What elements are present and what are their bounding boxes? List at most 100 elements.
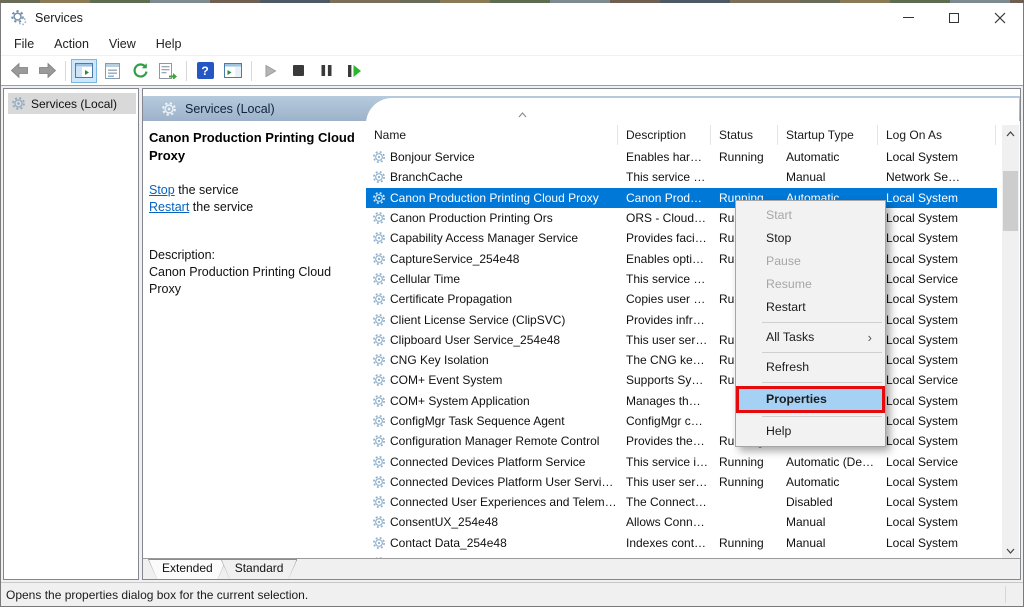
- context-menu-item-pause: Pause: [736, 250, 885, 273]
- service-name-cell: ConfigMgr Task Sequence Agent: [366, 414, 618, 428]
- service-status-cell: Running: [711, 455, 778, 469]
- refresh-icon: [132, 62, 149, 79]
- table-row[interactable]: ConsentUX_254e48Allows Conn…ManualLocal …: [366, 512, 997, 532]
- service-name-cell: Clipboard User Service_254e48: [366, 333, 618, 347]
- show-console-tree-button[interactable]: [71, 59, 97, 83]
- table-row[interactable]: Certificate PropagationCopies user …Runn…: [366, 289, 997, 309]
- table-row[interactable]: CNG Key IsolationThe CNG ke…RunningLocal…: [366, 350, 997, 370]
- service-description-cell: Enables har…: [618, 150, 711, 164]
- context-menu-item-all-tasks[interactable]: All Tasks›: [736, 326, 885, 349]
- service-logon-cell: Local System: [878, 211, 996, 225]
- table-row[interactable]: CaptureService_254e48Enables opti…Runnin…: [366, 248, 997, 268]
- services-gear-icon: [161, 101, 177, 117]
- service-name: Bonjour Service: [390, 150, 475, 164]
- statusbar: Opens the properties dialog box for the …: [1, 582, 1023, 606]
- menubar-item-help[interactable]: Help: [146, 34, 192, 54]
- service-description-cell: This service …: [618, 272, 711, 286]
- properties-button[interactable]: [99, 59, 125, 83]
- sort-ascending-icon: [518, 112, 527, 118]
- service-description-cell: The CNG ke…: [618, 353, 711, 367]
- tree-item-label: Services (Local): [31, 97, 117, 111]
- menubar-item-action[interactable]: Action: [44, 34, 99, 54]
- submenu-arrow-icon: ›: [868, 326, 872, 349]
- stop-service-link[interactable]: Stop: [149, 183, 175, 197]
- table-row[interactable]: Canon Production Printing Cloud ProxyCan…: [366, 188, 997, 208]
- service-name: Contact Data_254e48: [390, 536, 507, 550]
- service-name-cell: COM+ System Application: [366, 394, 618, 408]
- table-row[interactable]: Client License Service (ClipSVC)Provides…: [366, 309, 997, 329]
- service-name-cell: Certificate Propagation: [366, 292, 618, 306]
- service-logon-cell: Local System: [878, 475, 996, 489]
- menubar-item-view[interactable]: View: [99, 34, 146, 54]
- service-description-cell: Provides the…: [618, 434, 711, 448]
- service-name: ConsentUX_254e48: [390, 515, 498, 529]
- table-row[interactable]: Canon Production Printing OrsORS - Cloud…: [366, 208, 997, 228]
- service-name: Client License Service (ClipSVC): [390, 313, 565, 327]
- table-row[interactable]: Configuration Manager Remote ControlProv…: [366, 431, 997, 451]
- table-row[interactable]: COM+ Event SystemSupports Sy…RunningLoca…: [366, 370, 997, 390]
- column-header-name[interactable]: Name: [366, 125, 618, 145]
- column-header-log-on-as[interactable]: Log On As: [878, 125, 996, 145]
- service-gear-icon: [372, 515, 386, 529]
- column-header-description[interactable]: Description: [618, 125, 711, 145]
- table-row[interactable]: Contact Data_254e48Indexes cont…RunningM…: [366, 533, 997, 553]
- table-row[interactable]: Connected Devices Platform User Servi…Th…: [366, 472, 997, 492]
- context-menu-item-properties[interactable]: Properties: [736, 386, 885, 413]
- tab-extended[interactable]: Extended: [148, 559, 227, 579]
- service-description-cell: Copies user …: [618, 292, 711, 306]
- start-service-button[interactable]: [257, 59, 283, 83]
- vertical-scrollbar[interactable]: [1002, 125, 1019, 559]
- service-name: ConfigMgr Task Sequence Agent: [390, 414, 565, 428]
- context-menu-item-stop[interactable]: Stop: [736, 227, 885, 250]
- service-description-cell: Indexes cont…: [618, 536, 711, 550]
- table-row[interactable]: ConfigMgr Task Sequence Agent ConfigMgr c…: [366, 411, 997, 431]
- service-gear-icon: [372, 434, 386, 448]
- help-button[interactable]: ?: [192, 59, 218, 83]
- table-row[interactable]: Connected User Experiences and Telem…The…: [366, 492, 997, 512]
- table-row[interactable]: Clipboard User Service_254e48This user s…: [366, 330, 997, 350]
- minimize-button[interactable]: [885, 3, 931, 32]
- minimize-icon: [903, 17, 914, 18]
- service-gear-icon: [372, 170, 386, 184]
- scroll-up-button[interactable]: [1002, 125, 1019, 142]
- table-row[interactable]: BranchCacheThis service …ManualNetwork S…: [366, 167, 997, 187]
- menubar-item-file[interactable]: File: [4, 34, 44, 54]
- tab-standard[interactable]: Standard: [221, 559, 298, 579]
- table-row[interactable]: Bonjour ServiceEnables har…RunningAutoma…: [366, 147, 997, 167]
- export-list-icon: [159, 63, 177, 79]
- close-button[interactable]: [977, 3, 1023, 32]
- service-description-cell: ConfigMgr c…: [618, 414, 711, 428]
- table-row[interactable]: Connected Devices Platform ServiceThis s…: [366, 451, 997, 471]
- service-status-cell: Running: [711, 150, 778, 164]
- back-button[interactable]: [6, 59, 32, 83]
- context-menu-item-refresh[interactable]: Refresh: [736, 356, 885, 379]
- export-list-button[interactable]: [155, 59, 181, 83]
- table-row[interactable]: COM+ System ApplicationManages th…Local …: [366, 391, 997, 411]
- refresh-button[interactable]: [127, 59, 153, 83]
- column-header-startup-type[interactable]: Startup Type: [778, 125, 878, 145]
- context-menu-item-help[interactable]: Help: [736, 420, 885, 443]
- scroll-down-button[interactable]: [1002, 542, 1019, 559]
- tree-item-services-local[interactable]: Services (Local): [8, 93, 136, 114]
- stop-service-button[interactable]: [285, 59, 311, 83]
- menubar: FileActionViewHelp: [1, 32, 1023, 56]
- table-row[interactable]: Cellular TimeThis service …Local Service: [366, 269, 997, 289]
- service-description-cell: Allows Conn…: [618, 515, 711, 529]
- service-logon-cell: Local Service: [878, 272, 996, 286]
- service-name: Connected Devices Platform User Servi…: [390, 475, 613, 489]
- maximize-button[interactable]: [931, 3, 977, 32]
- service-startup-cell: Automatic (De…: [778, 455, 878, 469]
- context-menu-item-restart[interactable]: Restart: [736, 296, 885, 319]
- forward-button[interactable]: [34, 59, 60, 83]
- restart-service-link[interactable]: Restart: [149, 200, 189, 214]
- restart-service-button[interactable]: [341, 59, 367, 83]
- restart-service-icon: [347, 64, 362, 78]
- action-pane-icon: [224, 63, 242, 78]
- table-row[interactable]: Capability Access Manager ServiceProvide…: [366, 228, 997, 248]
- service-gear-icon: [372, 272, 386, 286]
- pause-service-button[interactable]: [313, 59, 339, 83]
- column-header-status[interactable]: Status: [711, 125, 778, 145]
- show-action-pane-button[interactable]: [220, 59, 246, 83]
- service-logon-cell: Local System: [878, 434, 996, 448]
- scrollbar-thumb[interactable]: [1003, 171, 1018, 231]
